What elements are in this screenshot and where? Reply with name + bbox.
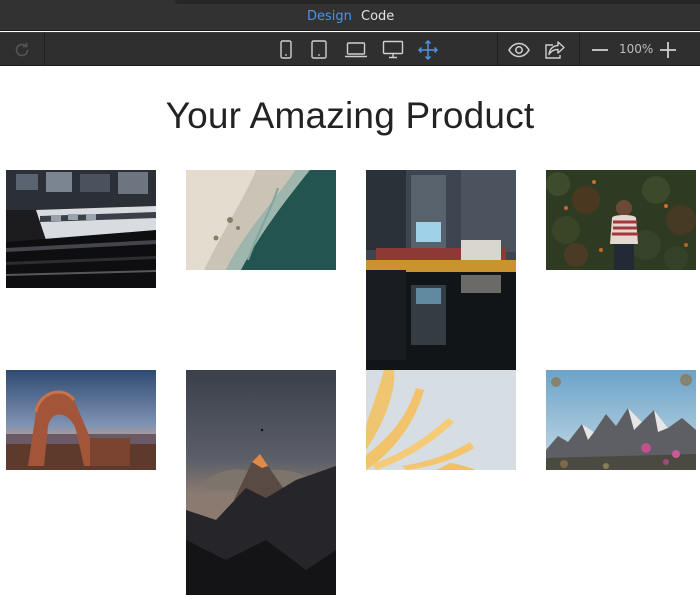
move-icon xyxy=(418,39,438,60)
zoom-level: 100% xyxy=(619,42,654,56)
zoom-out-button[interactable] xyxy=(588,33,612,66)
toolbar-divider xyxy=(497,33,498,66)
zoom-out-icon xyxy=(591,48,609,52)
preview-button[interactable] xyxy=(504,33,534,66)
tab-code[interactable]: Code xyxy=(361,9,394,25)
gallery-image-rock-arch[interactable] xyxy=(6,370,156,470)
gallery-image-mountain-flowers[interactable] xyxy=(546,370,696,470)
refresh-button[interactable] xyxy=(0,33,44,66)
page-title[interactable]: Your Amazing Product xyxy=(0,94,700,138)
page-canvas: Your Amazing Product xyxy=(0,66,700,609)
gallery-image-train[interactable] xyxy=(6,170,156,288)
phone-icon xyxy=(280,40,292,59)
toolbar-divider xyxy=(44,33,45,66)
laptop-view-button[interactable] xyxy=(342,33,370,66)
zoom-in-icon xyxy=(659,41,677,59)
refresh-icon xyxy=(13,41,31,59)
zoom-in-button[interactable] xyxy=(656,33,680,66)
tab-design[interactable]: Design xyxy=(307,9,352,25)
desktop-view-button[interactable] xyxy=(380,33,406,66)
toolbar-divider xyxy=(579,33,580,66)
share-icon xyxy=(544,40,566,60)
preview-toolbar: 100% xyxy=(0,32,700,66)
phone-view-button[interactable] xyxy=(276,33,296,66)
gallery-image-woman-ivy[interactable] xyxy=(546,170,696,270)
move-view-button[interactable] xyxy=(416,33,440,66)
mode-switcher-bar: Design Code xyxy=(0,0,700,31)
tablet-view-button[interactable] xyxy=(308,33,330,66)
laptop-icon xyxy=(344,41,368,59)
share-button[interactable] xyxy=(540,33,570,66)
gallery-image-mountain-dusk[interactable] xyxy=(186,370,336,595)
desktop-icon xyxy=(382,40,404,59)
eye-icon xyxy=(508,42,530,58)
window-top-edge xyxy=(175,0,700,4)
gallery-image-city-reflection[interactable] xyxy=(366,170,516,370)
gallery-image-beach[interactable] xyxy=(186,170,336,270)
tablet-icon xyxy=(311,40,327,59)
gallery-image-yellow-petals[interactable] xyxy=(366,370,516,470)
